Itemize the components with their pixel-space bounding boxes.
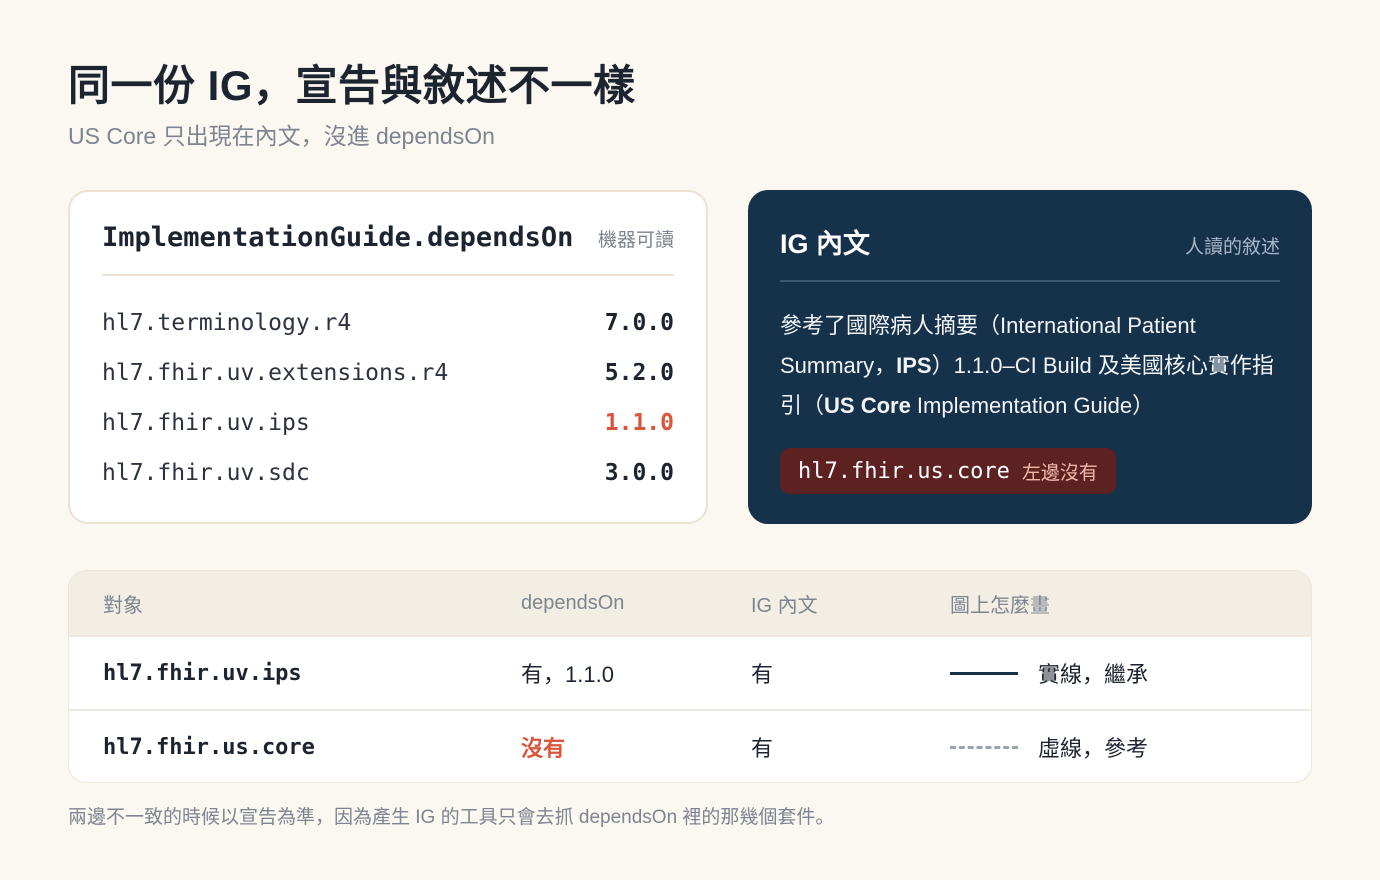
package-name: hl7.terminology.r4 [102, 310, 352, 336]
drawing-cell: 虛線，參考 [950, 711, 1149, 782]
missing-package-name: hl7.fhir.us.core [798, 458, 1010, 484]
depends-on-cell: 有，1.1.0 [521, 662, 614, 687]
depends-on-card: ImplementationGuide.dependsOn 機器可讀 hl7.t… [68, 190, 708, 524]
page-subtitle: US Core 只出現在內文，沒進 dependsOn [68, 123, 495, 149]
narrative-cell: 有 [751, 736, 774, 761]
package-name: hl7.fhir.uv.ips [102, 410, 310, 436]
depends-on-card-note: 機器可讀 [597, 230, 674, 251]
depends-on-card-header: ImplementationGuide.dependsOn 機器可讀 [102, 192, 674, 276]
page-title: 同一份 IG，宣告與敘述不一樣 [68, 62, 636, 109]
list-item: hl7.fhir.uv.extensions.r4 5.2.0 [102, 348, 674, 398]
depends-on-cell: 沒有 [521, 736, 566, 761]
package-version: 7.0.0 [604, 310, 674, 336]
list-item: hl7.fhir.uv.sdc 3.0.0 [102, 448, 674, 498]
package-name: hl7.fhir.uv.sdc [102, 460, 310, 486]
table-row: hl7.fhir.uv.ips 有，1.1.0 有 實線，繼承 [69, 635, 1311, 709]
list-item: hl7.terminology.r4 7.0.0 [102, 298, 674, 348]
column-header-depends-on: dependsOn [521, 591, 625, 614]
ips-emphasis: IPS [896, 353, 932, 378]
package-name: hl7.fhir.uv.extensions.r4 [102, 360, 449, 386]
package-version-highlight: 1.1.0 [604, 410, 674, 436]
column-header-narrative: IG 內文 [751, 594, 818, 617]
target-cell: hl7.fhir.us.core [103, 734, 315, 760]
missing-package-note: 左邊沒有 [1021, 462, 1098, 484]
narrative-cell: 有 [751, 662, 774, 687]
footnote: 兩邊不一致的時候以宣告為準，因為產生 IG 的工具只會去抓 dependsOn … [68, 807, 835, 828]
package-version: 3.0.0 [604, 460, 674, 486]
table-header-row: 對象 dependsOn IG 內文 圖上怎麼畫 [69, 571, 1311, 635]
comparison-table: 對象 dependsOn IG 內文 圖上怎麼畫 hl7.fhir.uv.ips… [68, 570, 1312, 783]
depends-on-list: hl7.terminology.r4 7.0.0 hl7.fhir.uv.ext… [102, 276, 674, 498]
narrative-card-header: IG 內文 人讀的敘述 [780, 190, 1280, 282]
narrative-card: IG 內文 人讀的敘述 參考了國際病人摘要（International Pati… [748, 190, 1312, 524]
dashed-line-icon [950, 745, 1018, 749]
drawing-cell: 實線，繼承 [950, 637, 1148, 709]
table-row: hl7.fhir.us.core 沒有 有 虛線，參考 [69, 709, 1311, 782]
target-cell: hl7.fhir.uv.ips [103, 660, 302, 686]
solid-line-icon [950, 671, 1018, 675]
narrative-card-title: IG 內文 [780, 229, 871, 259]
package-version: 5.2.0 [604, 360, 674, 386]
drawing-label: 虛線，參考 [1038, 736, 1149, 761]
narrative-card-note: 人讀的敘述 [1184, 237, 1280, 258]
column-header-target: 對象 [103, 594, 143, 617]
missing-dependency-tag: hl7.fhir.us.core 左邊沒有 [780, 448, 1116, 494]
depends-on-card-title: ImplementationGuide.dependsOn [102, 222, 574, 253]
narrative-text: 參考了國際病人摘要（International Patient Summary，… [780, 313, 1274, 418]
drawing-label: 實線，繼承 [1038, 662, 1149, 687]
list-item: hl7.fhir.uv.ips 1.1.0 [102, 398, 674, 448]
us-core-emphasis: US Core [824, 393, 911, 418]
column-header-drawing: 圖上怎麼畫 [950, 594, 1050, 617]
